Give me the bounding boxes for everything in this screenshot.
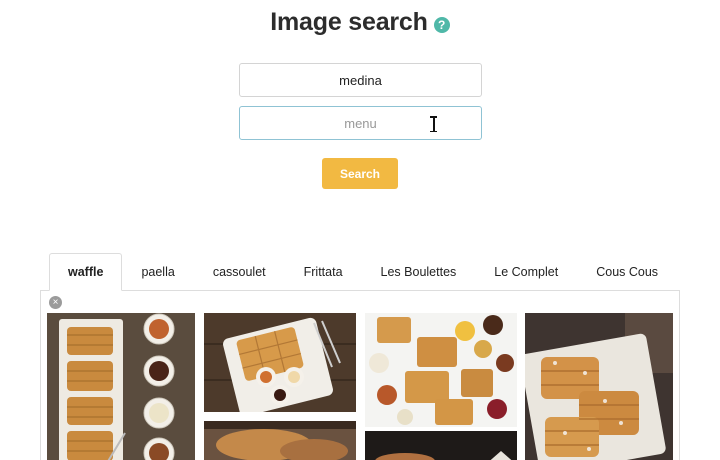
tab-paella[interactable]: paella bbox=[122, 253, 193, 291]
result-image[interactable] bbox=[204, 313, 356, 412]
search-context-input[interactable] bbox=[239, 106, 482, 140]
search-button[interactable]: Search bbox=[322, 158, 398, 189]
text-cursor-icon bbox=[429, 116, 438, 132]
result-image[interactable] bbox=[365, 431, 517, 460]
tab-cassoulet[interactable]: cassoulet bbox=[194, 253, 285, 291]
tab-cous-cous[interactable]: Cous Cous bbox=[577, 253, 677, 291]
page-header: Image search ? bbox=[0, 8, 720, 37]
tab-frittata[interactable]: Frittata bbox=[285, 253, 362, 291]
help-icon[interactable]: ? bbox=[433, 17, 450, 33]
tab-les-boulettes[interactable]: Les Boulettes bbox=[362, 253, 476, 291]
tab-waffle[interactable]: waffle bbox=[49, 253, 123, 291]
waffle-photo bbox=[204, 421, 356, 460]
results-tabs: waffle paella cassoulet Frittata Les Bou… bbox=[49, 253, 677, 291]
result-image[interactable] bbox=[365, 313, 517, 427]
waffle-photo bbox=[525, 313, 673, 460]
page-title: Image search bbox=[270, 8, 428, 36]
result-image[interactable] bbox=[525, 313, 673, 460]
result-image[interactable] bbox=[47, 313, 195, 460]
waffle-photo bbox=[204, 313, 356, 412]
tab-le-complet[interactable]: Le Complet bbox=[475, 253, 577, 291]
waffle-photo bbox=[47, 313, 195, 460]
close-icon[interactable]: × bbox=[49, 296, 62, 309]
result-image[interactable] bbox=[204, 421, 356, 460]
search-query-input[interactable] bbox=[239, 63, 482, 97]
waffle-photo bbox=[365, 431, 517, 460]
waffle-photo bbox=[365, 313, 517, 427]
